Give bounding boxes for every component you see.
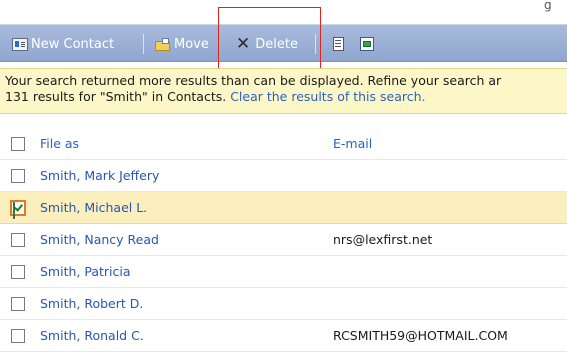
contact-name[interactable]: Smith, Mark Jeffery xyxy=(40,168,159,183)
toolbar-separator xyxy=(315,34,316,54)
notice-results-text: 131 results for "Smith" in Contacts. xyxy=(5,89,231,104)
select-all-checkbox[interactable] xyxy=(11,137,25,151)
top-bar: g xyxy=(0,0,567,24)
search-results-notice: Your search returned more results than c… xyxy=(0,68,567,114)
column-header-email[interactable]: E-mail xyxy=(333,136,372,151)
clear-results-link[interactable]: Clear the results of this search. xyxy=(230,89,425,104)
table-row[interactable]: Smith, Mark Jeffery xyxy=(0,160,567,192)
contact-name[interactable]: Smith, Nancy Read xyxy=(40,232,159,247)
contact-email: nrs@lexfirst.net xyxy=(333,232,433,247)
row-checkbox[interactable] xyxy=(11,329,25,343)
row-checkbox[interactable] xyxy=(11,265,25,279)
notice-line-2: 131 results for "Smith" in Contacts. Cle… xyxy=(5,89,567,105)
print-button[interactable] xyxy=(332,35,350,53)
table-row-selected[interactable]: Smith, Michael L. xyxy=(0,192,567,224)
move-label: Move xyxy=(174,36,209,52)
export-document-icon xyxy=(360,36,375,52)
contact-name[interactable]: Smith, Patricia xyxy=(40,264,131,279)
table-row[interactable]: Smith, Robert D. xyxy=(0,288,567,320)
contact-email: RCSMITH59@HOTMAIL.COM xyxy=(333,328,508,343)
toolbar: New Contact Move ✕ Delete xyxy=(0,24,567,62)
notice-line-1: Your search returned more results than c… xyxy=(5,73,502,88)
table-row[interactable]: Smith, Ronald C. RCSMITH59@HOTMAIL.COM xyxy=(0,320,567,352)
delete-label: Delete xyxy=(255,36,298,52)
table-header: File as E-mail xyxy=(0,128,567,160)
new-contact-label: New Contact xyxy=(31,36,115,52)
toolbar-separator xyxy=(143,34,144,54)
contact-card-icon xyxy=(12,37,28,51)
table-row[interactable]: Smith, Patricia xyxy=(0,256,567,288)
cut-off-text: g xyxy=(544,0,552,12)
move-button[interactable]: Move xyxy=(155,35,209,53)
column-header-file-as[interactable]: File as xyxy=(40,136,79,151)
contact-name[interactable]: Smith, Michael L. xyxy=(40,200,147,215)
new-contact-button[interactable]: New Contact xyxy=(12,35,114,53)
print-document-icon xyxy=(332,36,347,52)
checkmark-icon xyxy=(13,202,15,219)
delete-x-icon: ✕ xyxy=(236,34,251,54)
row-checkbox[interactable] xyxy=(11,297,25,311)
row-checkbox-checked[interactable] xyxy=(10,200,26,219)
table-row[interactable]: Smith, Nancy Read nrs@lexfirst.net xyxy=(0,224,567,256)
move-folder-icon xyxy=(155,37,171,51)
contact-name[interactable]: Smith, Ronald C. xyxy=(40,328,144,343)
row-checkbox[interactable] xyxy=(11,233,25,247)
export-button[interactable] xyxy=(360,35,378,53)
contact-name[interactable]: Smith, Robert D. xyxy=(40,296,143,311)
delete-button[interactable]: ✕ Delete xyxy=(236,35,298,53)
row-checkbox[interactable] xyxy=(11,169,25,183)
